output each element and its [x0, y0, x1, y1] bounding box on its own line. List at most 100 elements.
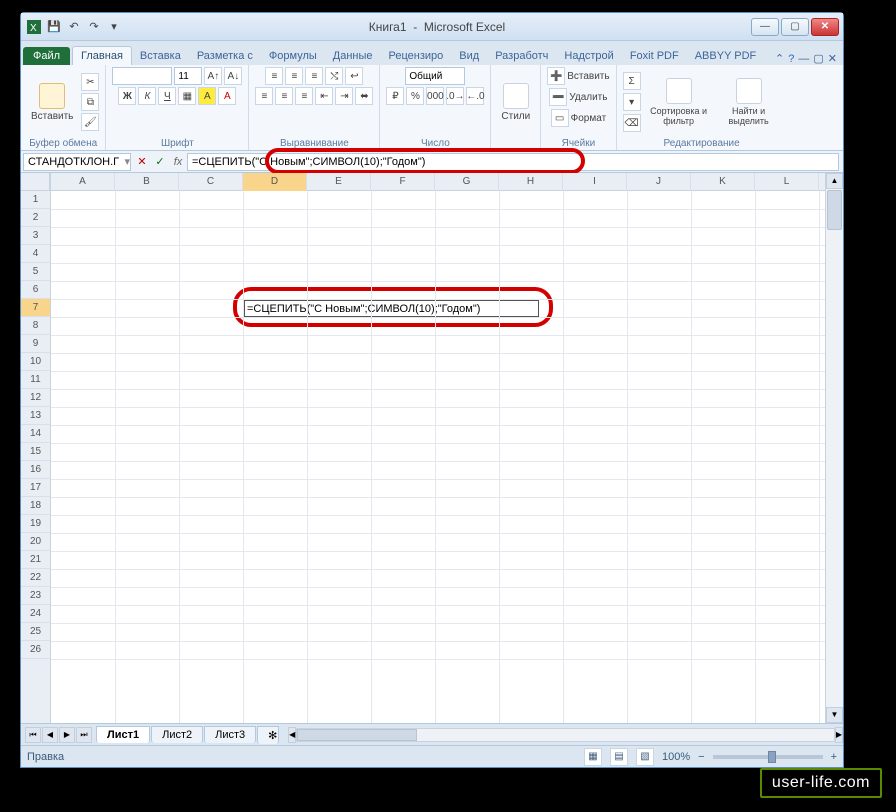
- align-middle-icon[interactable]: ≡: [285, 67, 303, 85]
- row-header-15[interactable]: 15: [21, 443, 50, 461]
- percent-icon[interactable]: %: [406, 87, 424, 105]
- row-header-5[interactable]: 5: [21, 263, 50, 281]
- merge-icon[interactable]: ⬌: [355, 87, 373, 105]
- row-header-26[interactable]: 26: [21, 641, 50, 659]
- orientation-icon[interactable]: ⤭: [325, 67, 343, 85]
- border-icon[interactable]: ▦: [178, 87, 196, 105]
- row-header-18[interactable]: 18: [21, 497, 50, 515]
- col-header-I[interactable]: I: [563, 173, 627, 191]
- fill-color-icon[interactable]: A: [198, 87, 216, 105]
- scroll-down-icon[interactable]: ▼: [826, 707, 843, 723]
- enter-formula-icon[interactable]: ✓: [151, 153, 169, 171]
- font-name-input[interactable]: [112, 67, 172, 85]
- row-header-22[interactable]: 22: [21, 569, 50, 587]
- col-header-L[interactable]: L: [755, 173, 819, 191]
- undo-icon[interactable]: ↶: [65, 18, 83, 36]
- col-header-B[interactable]: B: [115, 173, 179, 191]
- zoom-thumb[interactable]: [768, 751, 776, 763]
- view-pagelayout-icon[interactable]: ▤: [610, 748, 628, 766]
- cancel-formula-icon[interactable]: ✕: [133, 153, 151, 171]
- decrease-font-icon[interactable]: A↓: [224, 67, 242, 85]
- row-header-10[interactable]: 10: [21, 353, 50, 371]
- fx-icon[interactable]: fx: [169, 153, 187, 171]
- ribbon-minimize-icon[interactable]: ⌃: [775, 52, 784, 65]
- font-size-input[interactable]: [174, 67, 202, 85]
- paste-button[interactable]: Вставить: [27, 81, 77, 124]
- zoom-slider[interactable]: [713, 755, 823, 759]
- align-center-icon[interactable]: ≡: [275, 87, 293, 105]
- sheet-nav-next-icon[interactable]: ▶: [59, 727, 75, 743]
- row-header-25[interactable]: 25: [21, 623, 50, 641]
- find-select-button[interactable]: Найти и выделить: [717, 76, 781, 128]
- font-color-icon[interactable]: A: [218, 87, 236, 105]
- comma-icon[interactable]: 000: [426, 87, 444, 105]
- active-cell-editor[interactable]: =СЦЕПИТЬ("С Новым";СИМВОЛ(10);"Годом"): [244, 300, 539, 317]
- align-left-icon[interactable]: ≡: [255, 87, 273, 105]
- tab-formulas[interactable]: Формулы: [261, 47, 325, 65]
- row-header-17[interactable]: 17: [21, 479, 50, 497]
- scroll-left-icon[interactable]: ◀: [288, 727, 296, 743]
- increase-font-icon[interactable]: A↑: [204, 67, 222, 85]
- row-header-1[interactable]: 1: [21, 191, 50, 209]
- format-cells-button[interactable]: ▭Формат: [551, 109, 607, 127]
- tab-developer[interactable]: Разработч: [487, 47, 556, 65]
- col-header-C[interactable]: C: [179, 173, 243, 191]
- row-header-14[interactable]: 14: [21, 425, 50, 443]
- scroll-right-icon[interactable]: ▶: [835, 727, 843, 743]
- italic-icon[interactable]: К: [138, 87, 156, 105]
- new-sheet-button[interactable]: ✻: [257, 726, 279, 744]
- increase-decimal-icon[interactable]: .0→: [446, 87, 464, 105]
- cells-area[interactable]: =СЦЕПИТЬ("С Новым";СИМВОЛ(10);"Годом"): [51, 191, 825, 723]
- styles-button[interactable]: Стили: [497, 81, 534, 124]
- clear-icon[interactable]: ⌫: [623, 114, 641, 132]
- formula-input[interactable]: =СЦЕПИТЬ("С Новым";СИМВОЛ(10);"Годом"): [187, 153, 839, 171]
- col-header-K[interactable]: K: [691, 173, 755, 191]
- indent-increase-icon[interactable]: ⇥: [335, 87, 353, 105]
- col-header-A[interactable]: A: [51, 173, 115, 191]
- col-header-H[interactable]: H: [499, 173, 563, 191]
- tab-home[interactable]: Главная: [72, 46, 132, 65]
- tab-abbyy[interactable]: ABBYY PDF: [687, 47, 765, 65]
- name-box[interactable]: СТАНДОТКЛОН.Г▾: [23, 153, 131, 171]
- row-header-16[interactable]: 16: [21, 461, 50, 479]
- minimize-button[interactable]: —: [751, 18, 779, 36]
- col-header-F[interactable]: F: [371, 173, 435, 191]
- vertical-scrollbar[interactable]: ▲ ▼: [825, 173, 843, 723]
- tab-view[interactable]: Вид: [451, 47, 487, 65]
- align-right-icon[interactable]: ≡: [295, 87, 313, 105]
- row-header-19[interactable]: 19: [21, 515, 50, 533]
- underline-icon[interactable]: Ч: [158, 87, 176, 105]
- horizontal-scrollbar[interactable]: ◀ ▶: [288, 727, 843, 743]
- row-header-2[interactable]: 2: [21, 209, 50, 227]
- tab-foxit[interactable]: Foxit PDF: [622, 47, 687, 65]
- insert-cells-button[interactable]: ➕Вставить: [547, 67, 609, 85]
- doc-minimize-icon[interactable]: —: [798, 53, 809, 65]
- select-all-corner[interactable]: [21, 173, 50, 191]
- align-bottom-icon[interactable]: ≡: [305, 67, 323, 85]
- row-header-9[interactable]: 9: [21, 335, 50, 353]
- delete-cells-button[interactable]: ➖Удалить: [549, 88, 607, 106]
- view-normal-icon[interactable]: ▦: [584, 748, 602, 766]
- sort-filter-button[interactable]: Сортировка и фильтр: [645, 76, 713, 128]
- row-header-24[interactable]: 24: [21, 605, 50, 623]
- tab-pagelayout[interactable]: Разметка с: [189, 47, 261, 65]
- row-header-4[interactable]: 4: [21, 245, 50, 263]
- number-format-select[interactable]: [405, 67, 465, 85]
- copy-icon[interactable]: ⧉: [81, 93, 99, 111]
- doc-close-icon[interactable]: ✕: [828, 52, 837, 65]
- wrap-text-icon[interactable]: ↩: [345, 67, 363, 85]
- zoom-level[interactable]: 100%: [662, 751, 690, 763]
- col-header-D[interactable]: D: [243, 173, 307, 191]
- row-header-3[interactable]: 3: [21, 227, 50, 245]
- tab-data[interactable]: Данные: [325, 47, 381, 65]
- row-header-21[interactable]: 21: [21, 551, 50, 569]
- row-header-13[interactable]: 13: [21, 407, 50, 425]
- fill-icon[interactable]: ▾: [623, 93, 641, 111]
- currency-icon[interactable]: ₽: [386, 87, 404, 105]
- row-header-23[interactable]: 23: [21, 587, 50, 605]
- maximize-button[interactable]: ▢: [781, 18, 809, 36]
- row-header-11[interactable]: 11: [21, 371, 50, 389]
- redo-icon[interactable]: ↷: [85, 18, 103, 36]
- row-header-12[interactable]: 12: [21, 389, 50, 407]
- sheet-tab-2[interactable]: Лист2: [151, 726, 203, 743]
